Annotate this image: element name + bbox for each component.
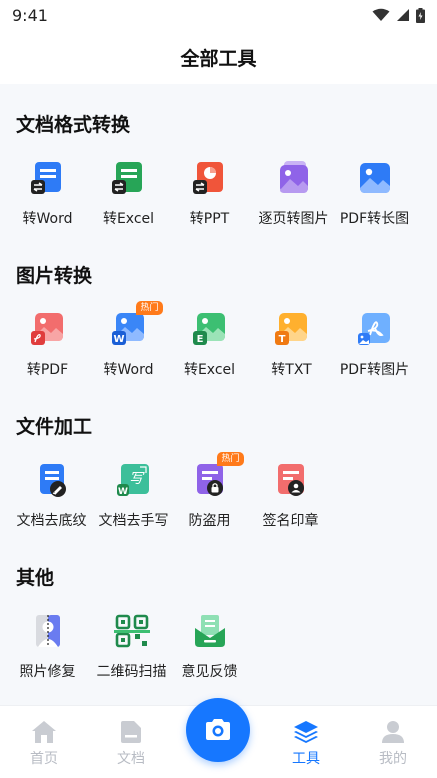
tool-label: 文档去底纹 (16, 513, 87, 529)
tool-image-to-word[interactable]: W 热门 转Word (85, 301, 172, 379)
battery-icon (416, 7, 425, 23)
tool-label: 意见反馈 (181, 664, 238, 680)
remove-shading-icon (32, 460, 72, 500)
tool-label: 防盗用 (188, 513, 231, 529)
tool-remove-shading[interactable]: 文档去底纹 (8, 460, 95, 530)
excel-file-icon (109, 158, 149, 198)
tab-tools[interactable]: 工具 (266, 706, 346, 778)
signature-icon (271, 460, 311, 500)
camera-button[interactable] (186, 698, 250, 762)
tool-label: 签名印章 (262, 513, 319, 529)
tool-label: 转TXT (271, 362, 312, 378)
tools-content[interactable]: 文档格式转换 转Word 转Excel 转PPT 逐页转图片 PDF转长图 图片… (0, 84, 437, 705)
tool-qr-scan[interactable]: 二维码扫描 (88, 611, 175, 681)
status-bar: 9:41 (0, 0, 437, 30)
excel-image-icon: E (190, 309, 230, 349)
pdf-image-icon (28, 309, 68, 349)
tool-image-to-excel[interactable]: E 转Excel (166, 309, 253, 379)
tool-photo-repair[interactable]: 照片修复 (4, 611, 91, 681)
tool-signature-stamp[interactable]: 签名印章 (247, 460, 334, 530)
tool-label: 文档去手写 (98, 513, 169, 529)
svg-text:E: E (196, 334, 203, 345)
status-time: 9:41 (12, 5, 48, 25)
tool-label: 照片修复 (19, 664, 76, 680)
txt-image-icon: T (272, 309, 312, 349)
camera-icon (206, 719, 230, 740)
lock-file-icon: 热门 (190, 452, 244, 500)
ppt-file-icon (190, 158, 230, 198)
tool-image-to-pdf[interactable]: 转PDF (4, 309, 91, 379)
page-title: 全部工具 (180, 47, 257, 70)
layers-icon (294, 721, 318, 743)
tab-label: 首页 (30, 751, 58, 767)
photo-repair-icon (28, 611, 68, 651)
signal-icon (397, 9, 409, 21)
svg-text:T: T (278, 334, 285, 345)
svg-text:W: W (113, 334, 124, 345)
document-icon (121, 721, 141, 743)
tool-doc-to-ppt[interactable]: 转PPT (166, 158, 253, 228)
tool-image-to-txt[interactable]: T 转TXT (248, 309, 335, 379)
feedback-icon (190, 611, 230, 651)
tab-label: 我的 (379, 751, 407, 767)
hot-badge: 热门 (136, 301, 163, 315)
tool-label: PDF转长图 (339, 211, 410, 227)
user-icon (382, 721, 404, 743)
section-title: 图片转换 (16, 265, 93, 287)
wifi-icon (372, 8, 390, 21)
title-bar: 全部工具 (0, 30, 437, 84)
tool-label: 转PPT (189, 211, 230, 227)
tool-feedback[interactable]: 意见反馈 (166, 611, 253, 681)
tab-label: 文档 (117, 751, 145, 767)
tool-label: 转Word (103, 362, 154, 378)
status-icons (372, 7, 425, 23)
home-icon (32, 721, 56, 743)
long-image-icon (355, 158, 395, 198)
tool-label: 逐页转图片 (258, 211, 329, 227)
tool-label: 二维码扫描 (96, 664, 167, 680)
svg-text:写: 写 (129, 471, 145, 487)
tab-profile[interactable]: 我的 (353, 706, 433, 778)
tool-pdf-to-long-image[interactable]: PDF转长图 (331, 158, 418, 228)
bottom-tab-bar: 首页 文档 工具 我的 (0, 698, 437, 778)
tool-label: 转PDF (26, 362, 69, 378)
tab-documents[interactable]: 文档 (91, 706, 171, 778)
tool-label: 转Excel (183, 362, 236, 378)
section-title: 文档格式转换 (16, 114, 131, 136)
tool-doc-to-word[interactable]: 转Word (4, 158, 91, 228)
image-stack-icon (274, 158, 314, 198)
section-title: 文件加工 (16, 416, 93, 438)
tool-label: 转Word (22, 211, 73, 227)
qr-code-icon (112, 611, 152, 651)
remove-handwriting-icon: 写W (114, 460, 154, 500)
tool-label: 转Excel (102, 211, 155, 227)
section-title: 其他 (16, 567, 55, 589)
tool-anti-theft[interactable]: 热门 防盗用 (166, 452, 253, 530)
svg-text:W: W (118, 487, 128, 497)
tool-label: PDF转图片 (339, 362, 410, 378)
tool-page-to-image[interactable]: 逐页转图片 (250, 158, 337, 228)
tool-pdf-to-image[interactable]: PDF转图片 (331, 309, 418, 379)
tool-remove-handwriting[interactable]: 写W 文档去手写 (90, 460, 177, 530)
tab-label: 工具 (292, 751, 320, 767)
hot-badge: 热门 (217, 452, 244, 466)
pdf-to-image-icon (355, 309, 395, 349)
word-image-icon: W 热门 (109, 301, 163, 349)
tool-doc-to-excel[interactable]: 转Excel (85, 158, 172, 228)
word-file-icon (28, 158, 68, 198)
tab-home[interactable]: 首页 (4, 706, 84, 778)
